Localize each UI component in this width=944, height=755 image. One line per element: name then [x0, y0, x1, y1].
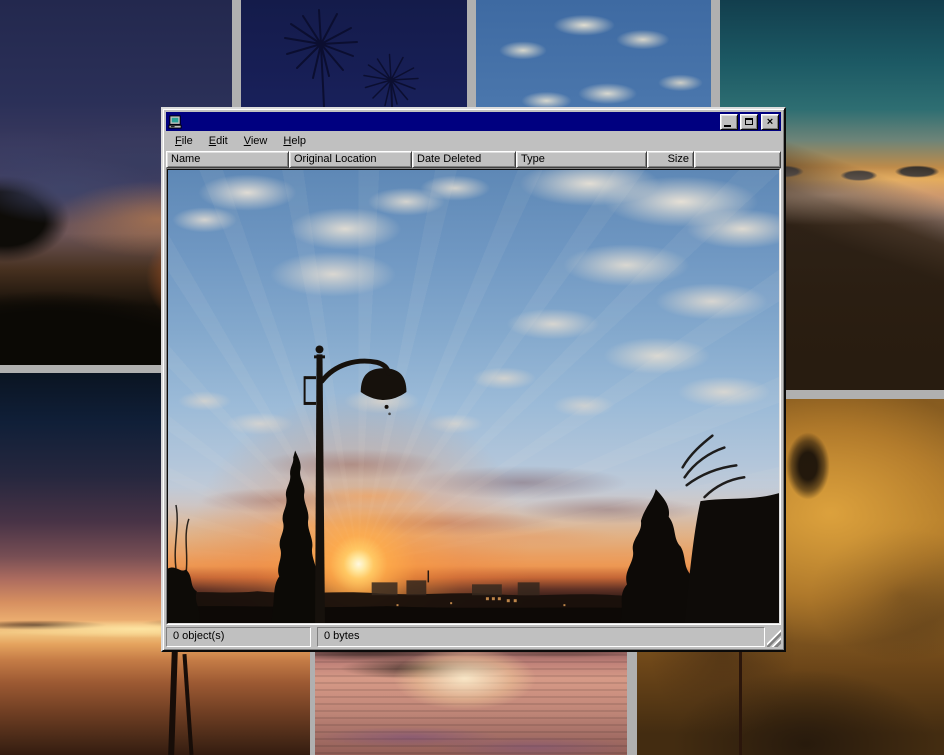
menu-file[interactable]: File: [167, 133, 201, 150]
close-icon: ×: [767, 117, 773, 127]
menu-help[interactable]: Help: [275, 133, 314, 150]
desktop: { "window": { "title": "", "menu": ["Fil…: [0, 0, 944, 755]
window-controls: ×: [718, 114, 779, 130]
computer-icon[interactable]: [168, 115, 183, 129]
column-headers: Name Original Location Date Deleted Type…: [166, 151, 781, 168]
status-object-count: 0 object(s): [166, 627, 311, 647]
menu-view[interactable]: View: [236, 133, 276, 150]
column-header-filler: [694, 151, 781, 168]
water-pole: [168, 650, 178, 755]
column-header-name[interactable]: Name: [166, 151, 289, 168]
column-header-original-location[interactable]: Original Location: [289, 151, 412, 168]
column-header-date-deleted[interactable]: Date Deleted: [412, 151, 516, 168]
maximize-button[interactable]: [740, 114, 758, 130]
column-header-size[interactable]: Size: [647, 151, 694, 168]
maximize-icon: [745, 118, 753, 125]
minimize-button[interactable]: [720, 114, 738, 130]
menu-edit[interactable]: Edit: [201, 133, 236, 150]
thin-pole: [739, 637, 742, 755]
titlebar[interactable]: ×: [166, 112, 781, 131]
sunset-lamp-photo: [167, 169, 780, 624]
recycle-bin-window: × File Edit View Help Name Original Loca…: [161, 107, 786, 652]
water-pole: [182, 654, 193, 755]
column-header-type[interactable]: Type: [516, 151, 647, 168]
status-bar: 0 object(s) 0 bytes: [166, 625, 781, 647]
list-view-area[interactable]: [166, 168, 781, 625]
window-title: [186, 115, 718, 129]
tree-silhouette: [780, 423, 836, 509]
minimize-icon: [724, 125, 731, 127]
menu-bar: File Edit View Help: [166, 131, 781, 151]
close-button[interactable]: ×: [761, 114, 779, 130]
photo-silhouettes: [168, 170, 779, 623]
resize-grip[interactable]: [767, 627, 781, 647]
status-byte-count: 0 bytes: [317, 627, 765, 647]
